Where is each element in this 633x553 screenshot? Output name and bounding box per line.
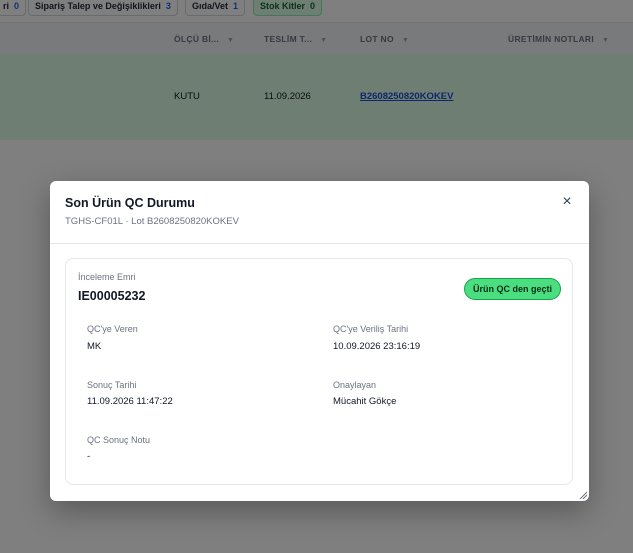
note-value: - — [87, 451, 91, 462]
divider — [50, 243, 589, 244]
qc-detail-card: İnceleme Emri IE00005232 Ürün QC den geç… — [65, 258, 573, 485]
approver-label: Onaylayan — [333, 380, 377, 390]
status-badge: Ürün QC den geçti — [463, 278, 561, 300]
modal-title: Son Ürün QC Durumu — [65, 196, 195, 210]
result-date-value: 11.09.2026 11:47:22 — [87, 396, 173, 407]
giver-value: MK — [87, 341, 102, 352]
resize-handle-icon[interactable] — [579, 491, 587, 499]
close-icon[interactable]: × — [560, 194, 574, 210]
order-label: İnceleme Emri — [78, 272, 136, 282]
given-date-value: 10.09.2026 23:16:19 — [333, 341, 421, 352]
order-value: IE00005232 — [78, 289, 146, 303]
given-date-label: QC'ye Veriliş Tarihi — [333, 324, 409, 334]
qc-status-modal: Son Ürün QC Durumu TGHS-CF01L · Lot B260… — [50, 181, 589, 501]
result-date-label: Sonuç Tarihi — [87, 380, 137, 390]
modal-subtitle: TGHS-CF01L · Lot B2608250820KOKEV — [65, 216, 239, 227]
approver-value: Mücahit Gökçe — [333, 396, 397, 407]
giver-label: QC'ye Veren — [87, 324, 138, 334]
note-label: QC Sonuç Notu — [87, 435, 151, 445]
